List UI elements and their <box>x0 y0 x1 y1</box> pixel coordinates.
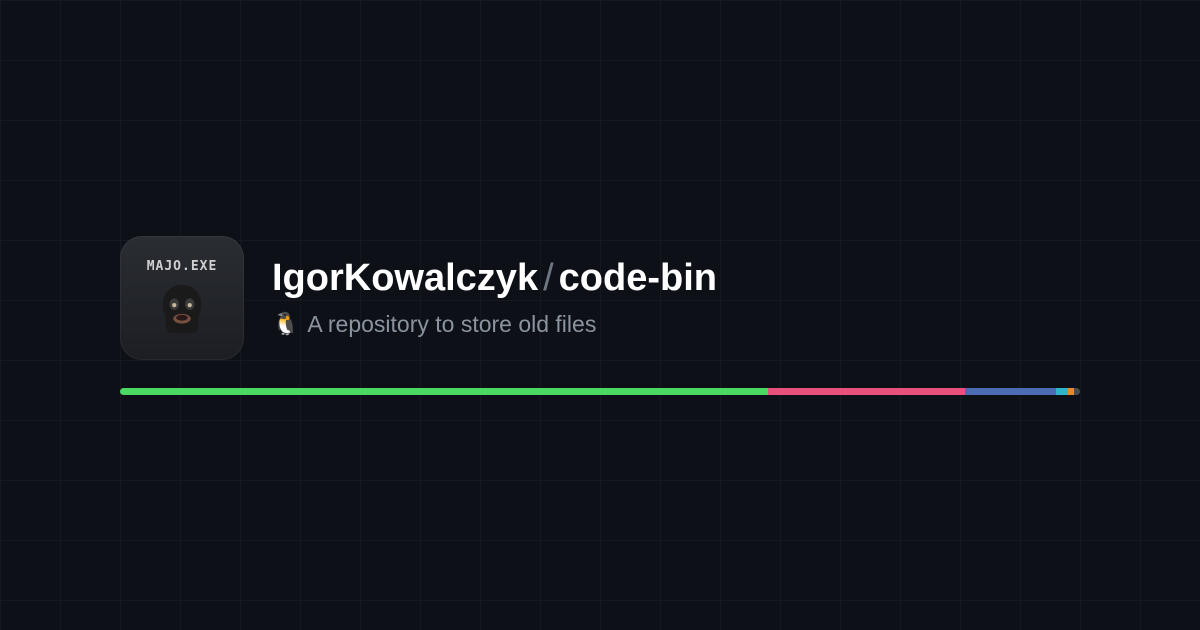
language-segment <box>1056 388 1068 395</box>
repo-slash: / <box>543 259 554 297</box>
repo-description: 🐧 A repository to store old files <box>272 311 717 338</box>
language-bar <box>120 388 1080 395</box>
description-text: A repository to store old files <box>307 311 596 338</box>
avatar: MAJO.EXE <box>120 236 244 360</box>
language-segment <box>120 388 768 395</box>
avatar-face-icon <box>153 280 211 338</box>
header-row: MAJO.EXE IgorKowalczyk / code-bin 🐧 A re… <box>120 236 1080 360</box>
repo-owner: IgorKowalczyk <box>272 259 538 297</box>
avatar-label: MAJO.EXE <box>147 259 218 274</box>
card-content: MAJO.EXE IgorKowalczyk / code-bin 🐧 A re… <box>120 236 1080 395</box>
language-segment <box>1068 388 1075 395</box>
repo-title: IgorKowalczyk / code-bin <box>272 259 717 297</box>
title-block: IgorKowalczyk / code-bin 🐧 A repository … <box>272 259 717 338</box>
language-segment <box>768 388 965 395</box>
repo-name: code-bin <box>559 259 717 297</box>
language-segment <box>965 388 1056 395</box>
penguin-icon: 🐧 <box>272 311 299 337</box>
language-segment <box>1074 388 1080 395</box>
